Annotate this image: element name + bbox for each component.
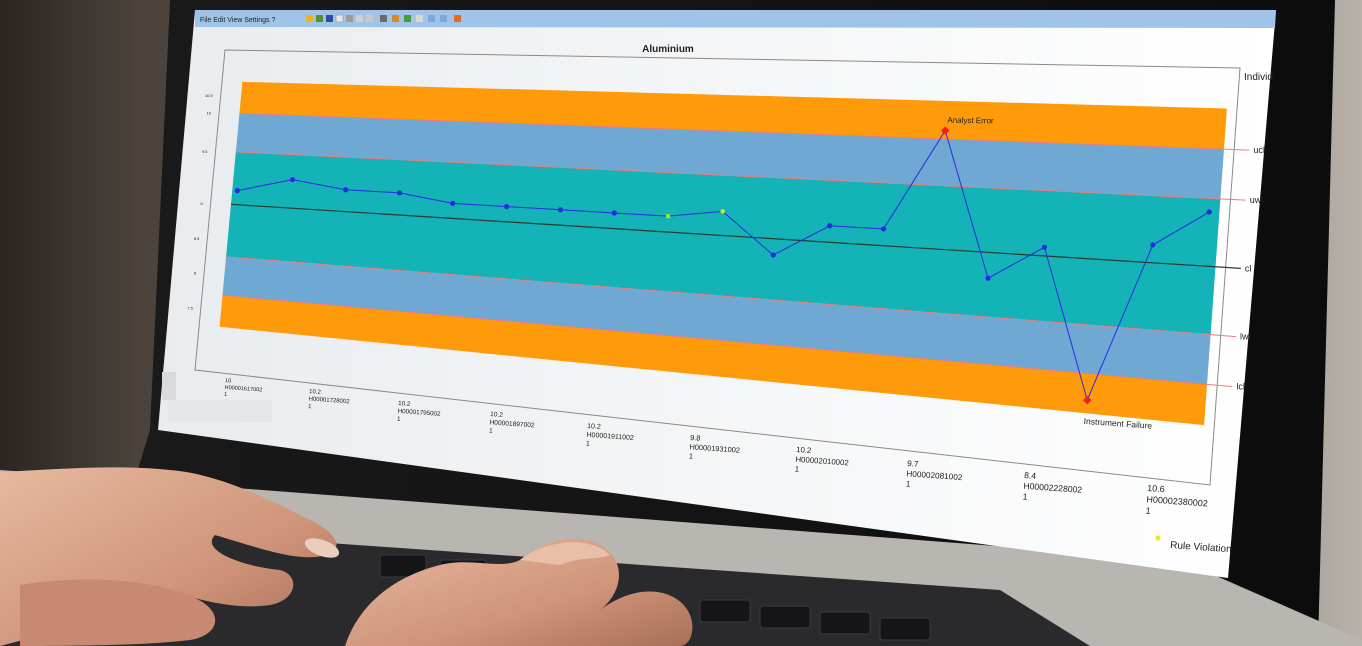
- data-point: [1041, 244, 1048, 250]
- data-point: [1150, 242, 1156, 248]
- data-point: [289, 176, 296, 183]
- data-point: [665, 213, 671, 219]
- x-label-value: 10.6: [1147, 483, 1165, 494]
- y-tick-label: 10: [207, 111, 212, 116]
- data-point: [985, 275, 991, 281]
- limit-label-lwl: lwl: [1240, 332, 1251, 342]
- x-label-value: 10.2: [398, 400, 411, 408]
- data-point: [770, 252, 776, 258]
- data-point: [503, 203, 510, 210]
- chart-title: Aluminium: [642, 44, 694, 55]
- limit-label-lcl: lcl: [1236, 382, 1245, 392]
- photo-scene: File Edit View Settings ? Aluminium Indi…: [0, 0, 1362, 646]
- y-tick-label: 7.5: [187, 305, 193, 310]
- data-point: [557, 207, 564, 213]
- x-label-count: 1: [1022, 491, 1028, 501]
- x-label-count: 1: [689, 451, 694, 460]
- x-label-value: 10.2: [490, 411, 504, 419]
- data-point: [880, 226, 887, 232]
- toolbar-menu[interactable]: File Edit View Settings ?: [200, 17, 275, 24]
- data-point: [396, 190, 403, 196]
- data-point: [611, 210, 617, 216]
- x-label-value: 10.2: [796, 445, 812, 455]
- limit-label-uwl: uwl: [1250, 195, 1264, 205]
- y-tick-label: 9.5: [202, 149, 208, 154]
- x-label-value: 10.2: [309, 389, 322, 396]
- y-tick-label: 10.5: [205, 93, 214, 98]
- data-point: [450, 200, 456, 207]
- y-tick-label: 8.5: [194, 236, 200, 241]
- x-label-count: 1: [795, 464, 800, 473]
- data-point: [827, 223, 833, 229]
- data-point: [234, 188, 240, 194]
- x-label-value: 10: [225, 378, 232, 384]
- x-label-value: 10.2: [587, 423, 601, 431]
- x-label-count: 1: [586, 440, 590, 447]
- x-label-value: 9.8: [690, 433, 701, 443]
- x-label-value: 9.7: [907, 459, 919, 469]
- limit-label-cl: cl: [1245, 263, 1252, 273]
- limit-label-ucl: ucl: [1253, 145, 1265, 155]
- x-label-count: 1: [1145, 505, 1151, 515]
- x-label-count: 1: [224, 392, 227, 398]
- data-point: [343, 187, 349, 193]
- panel-label: Individ: [1244, 72, 1273, 83]
- data-point: [1206, 209, 1212, 215]
- data-point: [720, 209, 725, 214]
- x-label-value: 8.4: [1024, 470, 1037, 481]
- legend-marker: [1155, 535, 1161, 541]
- annotation-analyst-error: Analyst Error: [947, 116, 994, 126]
